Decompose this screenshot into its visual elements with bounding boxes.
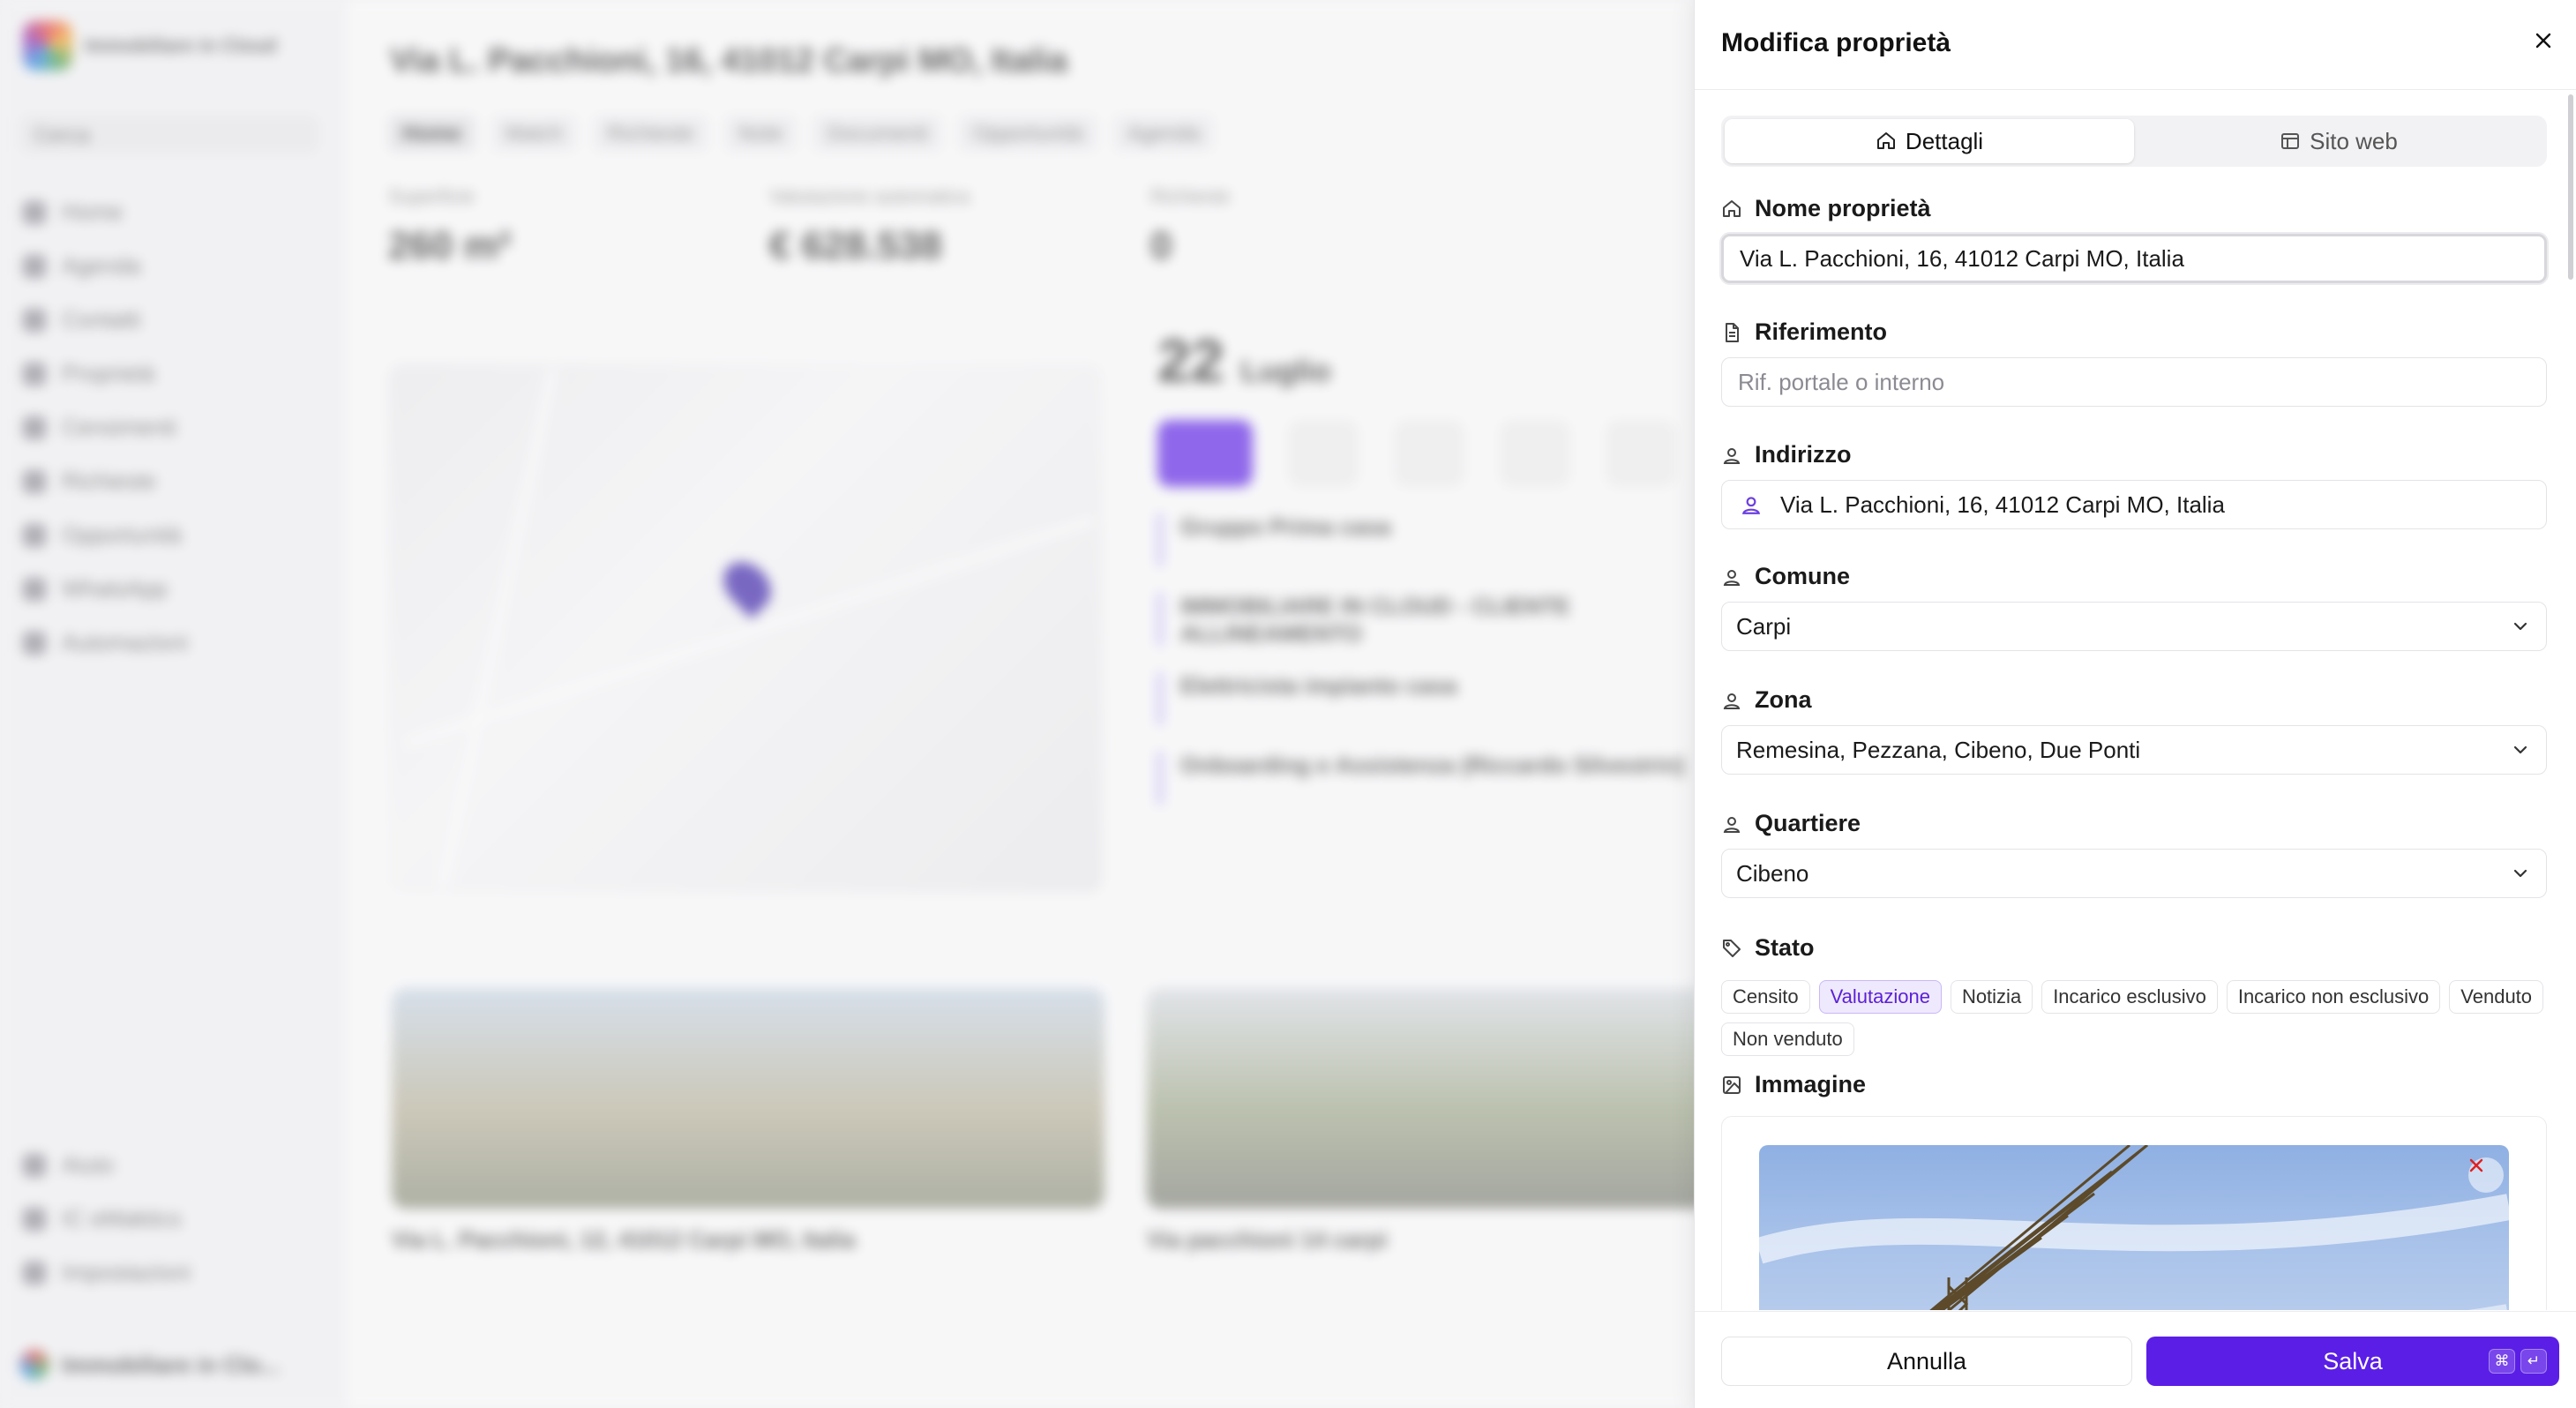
home-icon <box>1876 132 1895 149</box>
home-icon <box>1723 199 1741 217</box>
riferimento-label: Riferimento <box>1721 318 1887 346</box>
tab-sito-web[interactable]: Sito web <box>2134 119 2543 163</box>
zona-select[interactable]: Remesina, Pezzana, Cibeno, Due Ponti <box>1721 725 2547 775</box>
enter-key: ↵ <box>2520 1349 2547 1374</box>
close-button[interactable] <box>2526 23 2561 58</box>
stato-option[interactable]: Notizia <box>1950 980 2033 1014</box>
chevron-down-icon <box>2513 745 2527 754</box>
edit-property-panel: Modifica proprietà Dettagli Sito web Nom… <box>1694 0 2576 1408</box>
zona-label-text: Zona <box>1755 686 1812 713</box>
location-person-icon <box>1723 569 1741 586</box>
modal-overlay[interactable] <box>0 0 1694 1408</box>
save-button[interactable]: Salva ⌘ ↵ <box>2146 1337 2559 1386</box>
stato-options: Censito Valutazione Notizia Incarico esclus… <box>1721 980 2547 1056</box>
stato-option[interactable]: Censito <box>1721 980 1810 1014</box>
zona-value: Remesina, Pezzana, Cibeno, Due Ponti <box>1736 736 2141 763</box>
tag-icon <box>1723 939 1741 957</box>
stato-option[interactable]: Incarico esclusivo <box>2041 980 2218 1014</box>
tab-dettagli-label: Dettagli <box>1905 127 1984 154</box>
panel-header: Modifica proprietà <box>1695 0 2576 90</box>
panel-title: Modifica proprietà <box>1721 28 1951 57</box>
chevron-down-icon <box>2513 869 2527 878</box>
command-key: ⌘ <box>2489 1349 2515 1374</box>
indirizzo-input[interactable]: Via L. Pacchioni, 16, 41012 Carpi MO, It… <box>1721 480 2547 529</box>
close-icon <box>2469 1158 2483 1172</box>
crane-illustration <box>1759 1145 2509 1310</box>
panel-tabs: Dettagli Sito web <box>1721 116 2547 167</box>
riferimento-input[interactable] <box>1721 357 2547 407</box>
quartiere-value: Cibeno <box>1736 859 1809 887</box>
cancel-button[interactable]: Annulla <box>1721 1337 2132 1386</box>
quartiere-select[interactable]: Cibeno <box>1721 849 2547 898</box>
close-icon <box>2535 33 2551 49</box>
property-photo <box>1759 1145 2509 1310</box>
nome-label: Nome proprietà <box>1721 195 1931 222</box>
comune-label-text: Comune <box>1755 563 1850 589</box>
browser-window-icon <box>2281 133 2300 149</box>
comune-select[interactable]: Carpi <box>1721 602 2547 651</box>
stato-option[interactable]: Incarico non esclusivo <box>2226 980 2441 1014</box>
image-icon <box>1723 1075 1741 1094</box>
save-button-label: Salva <box>2323 1347 2383 1374</box>
panel-scroll-area[interactable]: Dettagli Sito web Nome proprietà Riferim… <box>1695 91 2576 1310</box>
indirizzo-label: Indirizzo <box>1721 441 1852 468</box>
stato-label-text: Stato <box>1755 934 1815 961</box>
panel-footer: Annulla Salva ⌘ ↵ <box>1695 1311 2576 1408</box>
immagine-label-text: Immagine <box>1755 1071 1867 1097</box>
quartiere-label: Quartiere <box>1721 810 1861 837</box>
stato-option[interactable]: Venduto <box>2449 980 2544 1014</box>
location-person-icon <box>1723 693 1741 709</box>
scrollbar-thumb[interactable] <box>2568 94 2573 280</box>
tab-sito-web-label: Sito web <box>2310 127 2398 154</box>
quartiere-label-text: Quartiere <box>1755 810 1861 836</box>
nome-proprieta-input[interactable] <box>1721 234 2547 283</box>
location-person-icon <box>1723 816 1741 833</box>
stato-option[interactable]: Valutazione <box>1818 980 1942 1014</box>
remove-image-button[interactable] <box>2468 1157 2504 1193</box>
stato-label: Stato <box>1721 934 1815 962</box>
comune-label: Comune <box>1721 563 1850 590</box>
riferimento-label-text: Riferimento <box>1755 318 1888 345</box>
location-person-icon <box>1742 497 1760 514</box>
immagine-label: Immagine <box>1721 1071 1866 1098</box>
comune-value: Carpi <box>1736 612 1792 640</box>
document-icon <box>1726 322 1739 342</box>
zona-label: Zona <box>1721 686 1812 714</box>
indirizzo-label-text: Indirizzo <box>1755 441 1852 468</box>
nome-label-text: Nome proprietà <box>1755 195 1931 221</box>
chevron-down-icon <box>2513 622 2527 631</box>
location-person-icon <box>1723 447 1741 464</box>
stato-option[interactable]: Non venduto <box>1721 1022 1854 1056</box>
image-upload-box[interactable] <box>1721 1116 2547 1310</box>
keyboard-shortcut: ⌘ ↵ <box>2489 1349 2547 1374</box>
tab-dettagli[interactable]: Dettagli <box>1725 119 2134 163</box>
indirizzo-value: Via L. Pacchioni, 16, 41012 Carpi MO, It… <box>1780 491 2225 518</box>
